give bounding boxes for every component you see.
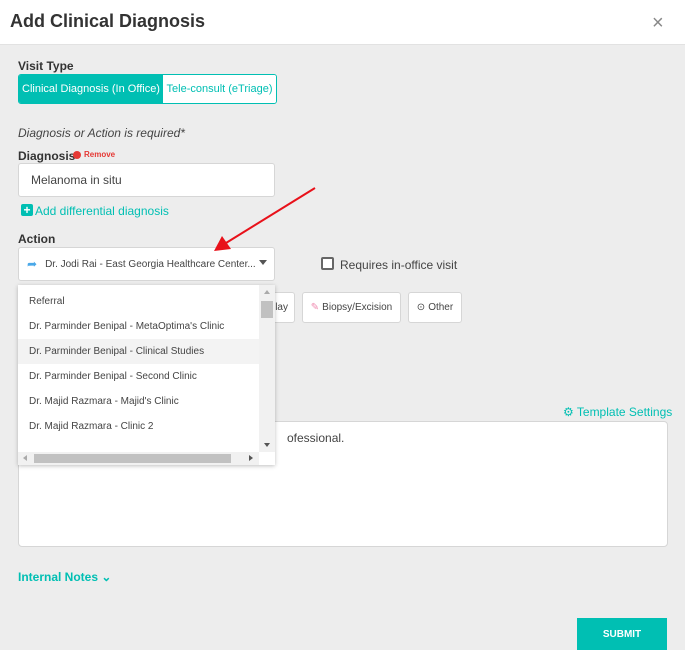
internal-notes-label: Internal Notes [18, 570, 99, 584]
biopsy-excision-button[interactable]: ✎ Biopsy/Excision [302, 292, 401, 323]
visit-type-toggle: Clinical Diagnosis (In Office) Tele-cons… [18, 74, 277, 104]
scroll-right-icon[interactable] [249, 455, 253, 461]
vertical-scrollbar[interactable] [259, 285, 275, 452]
caret-down-icon [259, 260, 267, 265]
diagnosis-input[interactable]: Melanoma in situ [18, 163, 275, 197]
biopsy-label: Biopsy/Excision [322, 302, 393, 313]
template-settings-link[interactable]: ⚙ Template Settings [563, 405, 672, 419]
dropdown-option[interactable]: Dr. Parminder Benipal - Second Clinic [18, 364, 259, 389]
dropdown-option[interactable]: Dr. Majid Razmara - Majid's Clinic [18, 389, 259, 414]
plus-icon[interactable]: + [21, 204, 33, 216]
horizontal-scrollbar[interactable] [18, 452, 259, 465]
share-arrow-icon: ➦ [27, 257, 38, 271]
dropdown-option[interactable]: Dr. Parminder Benipal - MetaOptima's Cli… [18, 314, 259, 339]
visit-type-label: Visit Type [18, 59, 74, 73]
action-label: Action [18, 232, 56, 246]
requires-visit-checkbox[interactable] [321, 257, 334, 270]
dropdown-option[interactable]: Referral [18, 289, 259, 314]
dialog-title: Add Clinical Diagnosis [10, 11, 206, 31]
template-settings-label: Template Settings [576, 405, 673, 419]
action-dropdown-list: Referral Dr. Parminder Benipal - MetaOpt… [18, 285, 275, 465]
horizontal-scroll-thumb[interactable] [34, 454, 231, 463]
scalpel-icon: ✎ [310, 302, 320, 313]
visit-type-teleconsult[interactable]: Tele-consult (eTriage) [163, 75, 276, 103]
add-differential-link[interactable]: Add differential diagnosis [35, 204, 169, 218]
action-selected-value: Dr. Jodi Rai - East Georgia Healthcare C… [45, 258, 256, 270]
scroll-left-icon[interactable] [23, 455, 27, 461]
action-button-label: lay [275, 302, 288, 313]
vertical-scroll-thumb[interactable] [261, 301, 273, 318]
requires-visit-label: Requires in-office visit [340, 258, 458, 272]
close-icon[interactable]: × [652, 12, 664, 35]
scroll-up-icon[interactable] [264, 290, 270, 294]
dropdown-option[interactable]: Dr. Majid Razmara - Clinic 2 [18, 414, 259, 439]
visit-type-in-office[interactable]: Clinical Diagnosis (In Office) [19, 75, 163, 103]
other-label: Other [428, 302, 454, 313]
remove-diagnosis-link[interactable]: Remove [84, 150, 115, 159]
other-button[interactable]: ⊙ Other [408, 292, 462, 323]
remove-dot-icon [73, 151, 81, 159]
gear-icon: ⚙ [563, 405, 574, 419]
notes-text: ofessional. [287, 431, 345, 445]
scroll-down-icon[interactable] [264, 443, 270, 447]
chevron-down-icon: ⌄ [101, 570, 112, 584]
ellipsis-circle-icon: ⊙ [416, 302, 426, 313]
dropdown-option[interactable]: Dr. Parminder Benipal - Clinical Studies [18, 339, 259, 364]
internal-notes-toggle[interactable]: Internal Notes ⌄ [18, 570, 111, 584]
submit-button[interactable]: SUBMIT [577, 618, 667, 650]
diagnosis-label: Diagnosis [18, 149, 76, 163]
required-note: Diagnosis or Action is required* [18, 126, 185, 140]
action-select[interactable]: ➦ Dr. Jodi Rai - East Georgia Healthcare… [18, 247, 275, 281]
